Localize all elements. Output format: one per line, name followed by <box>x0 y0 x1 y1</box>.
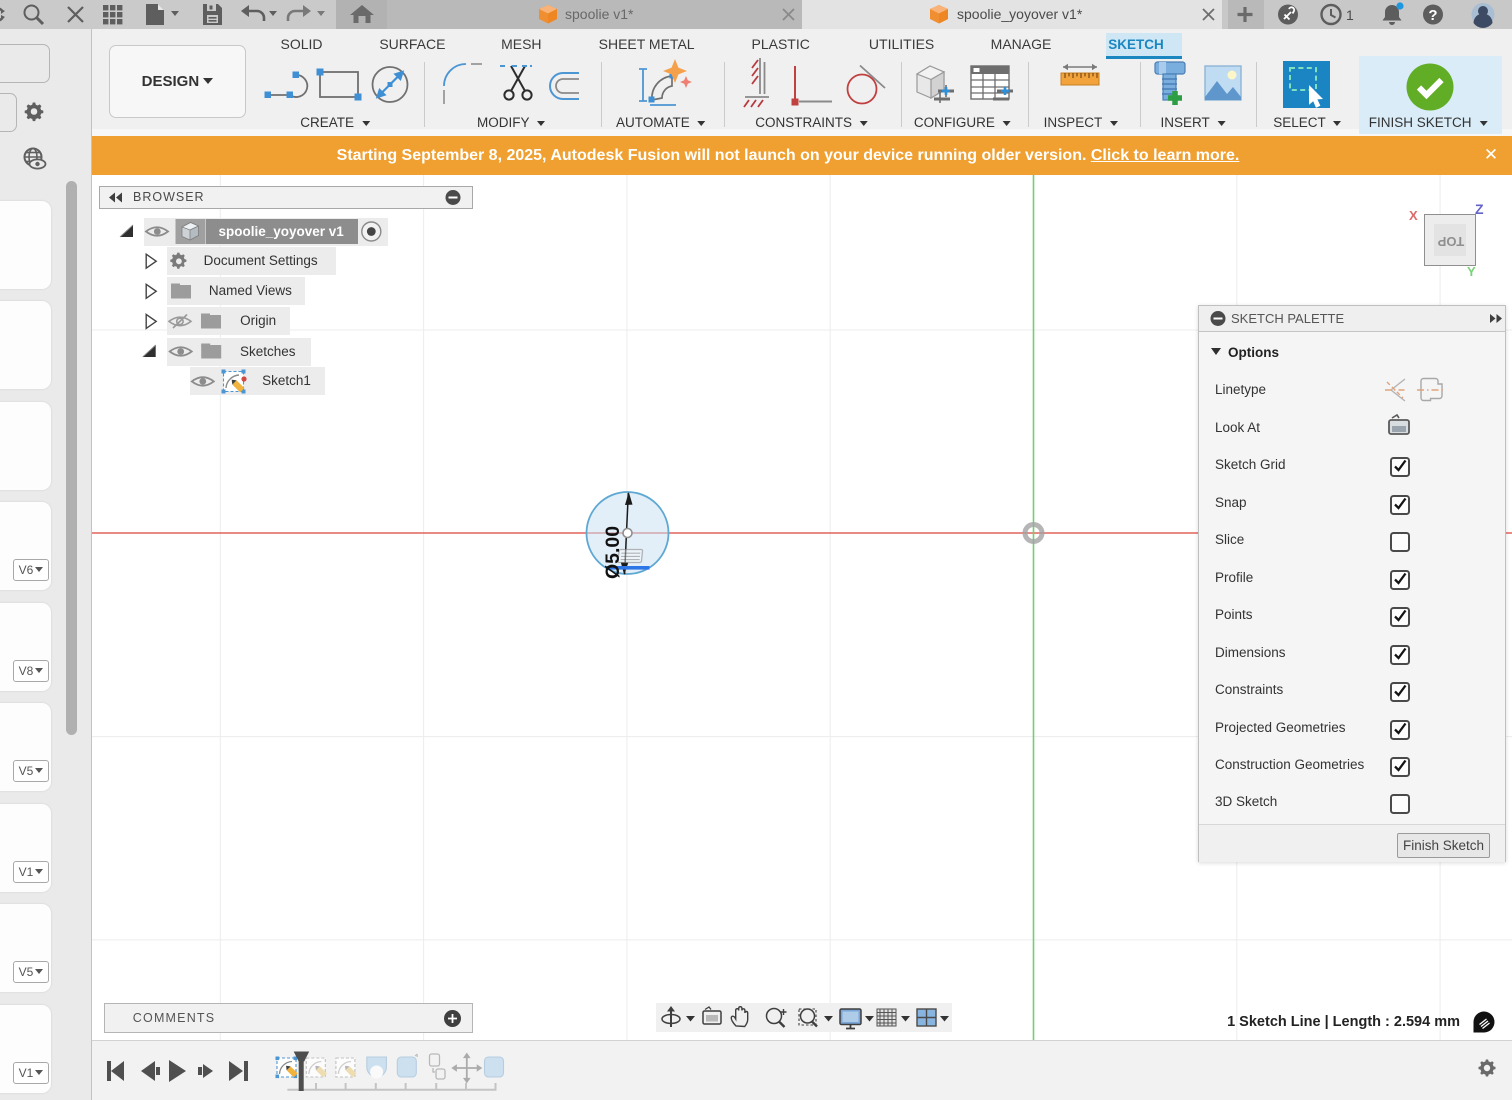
svg-text:1: 1 <box>1346 7 1354 23</box>
svg-text:?: ? <box>1428 7 1437 24</box>
